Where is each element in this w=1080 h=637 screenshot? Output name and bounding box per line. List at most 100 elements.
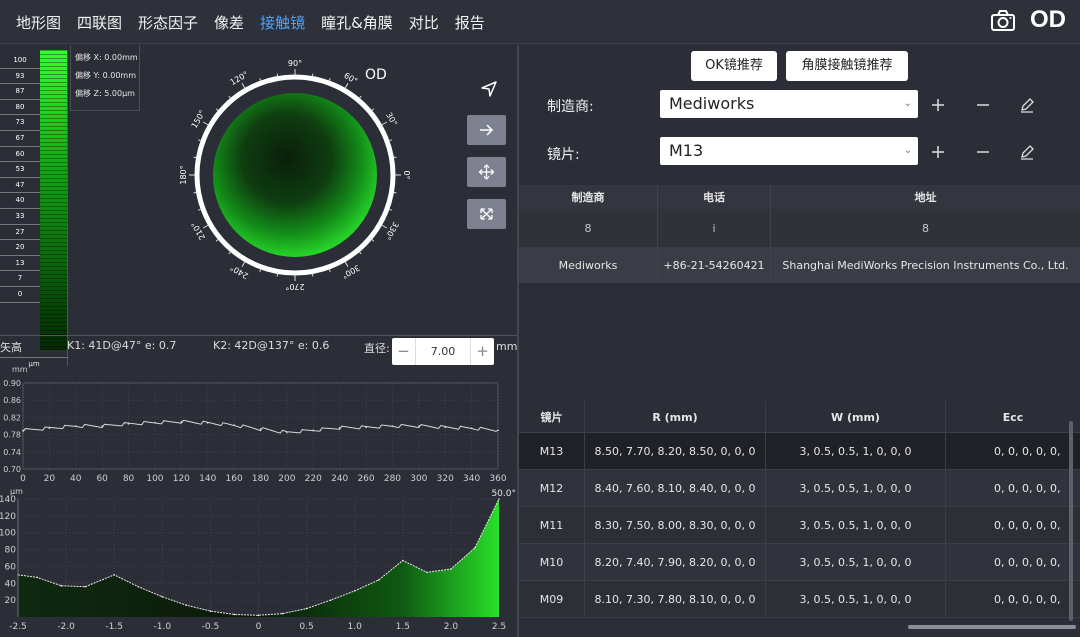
remove-lens-icon[interactable]: [975, 144, 991, 160]
lens-cell: 0, 0, 0, 0, 0,: [994, 445, 1061, 458]
angle-tick: [371, 108, 375, 112]
table-row[interactable]: Mediworks +86-21-54260421 Shanghai MediW…: [519, 247, 1080, 283]
lens-cell: 8.50, 7.70, 8.20, 8.50, 0, 0, 0: [585, 433, 766, 470]
lens-row[interactable]: M12 8.40, 7.60, 8.10, 8.40, 0, 0, 0 3, 0.5…: [519, 470, 1080, 507]
data-point: [444, 426, 447, 429]
scale-value: 53: [0, 162, 40, 178]
x-tick-label: 60: [96, 474, 108, 484]
lens-cell: M09: [519, 581, 585, 618]
col-header: 镜片: [519, 401, 585, 433]
angle-tick: [358, 95, 362, 99]
y-axis-label: μm: [10, 487, 23, 496]
data-point: [84, 585, 87, 588]
remove-manufacturer-icon[interactable]: [975, 97, 991, 113]
edit-lens-icon[interactable]: [1019, 144, 1035, 160]
topography-panel: 100 93 87 80 73 67 60 53 47 40 33 27 20 13 7 0 μm 偏移 X:…: [0, 45, 517, 637]
arrow-right-button[interactable]: [467, 115, 506, 145]
x-tick-label: 0: [20, 474, 26, 484]
angle-label: 60°: [342, 71, 359, 86]
angle-tick: [259, 268, 262, 272]
tab-quad-map[interactable]: 四联图: [77, 12, 122, 33]
data-point: [36, 576, 39, 579]
y-tick-label: 0.82: [3, 413, 21, 422]
col-header: R (mm): [585, 401, 766, 433]
x-tick-label: 1.0: [348, 622, 363, 632]
tab-topography[interactable]: 地形图: [16, 12, 61, 33]
data-point: [113, 574, 115, 576]
edit-manufacturer-icon[interactable]: [1019, 97, 1035, 113]
manufacturer-select[interactable]: Mediworks ⌄: [660, 90, 918, 118]
x-tick-label: 100: [146, 474, 163, 484]
angle-label: 30°: [384, 111, 399, 128]
ok-lens-recommend-button[interactable]: OK镜推荐: [691, 51, 777, 81]
lens-cell: 3, 0.5, 0.5, 1, 0, 0, 0: [766, 544, 946, 581]
x-tick-label: -1.5: [105, 622, 123, 632]
scale-value: 33: [0, 209, 40, 225]
navigate-icon[interactable]: [480, 80, 498, 98]
angle-tick: [198, 208, 202, 211]
y-tick-label: 0.90: [3, 379, 21, 388]
vertical-scrollbar[interactable]: [1069, 421, 1073, 621]
angle-tick: [276, 273, 279, 277]
data-point: [233, 613, 236, 616]
data-point: [470, 427, 473, 429]
profile-area-chart: 20 40 60 80 100 120 140 -2.5 -2.0 -1.5 -1.0 -0.5 0 0.…: [0, 487, 516, 632]
x-tick-label: 40: [70, 474, 82, 484]
diameter-increment-button[interactable]: +: [470, 338, 494, 365]
lens-row[interactable]: M10 8.20, 7.40, 7.90, 8.20, 0, 0, 0 3, 0.5…: [519, 544, 1080, 581]
tab-report[interactable]: 报告: [455, 12, 485, 33]
manufacturer-table-header: 制造商 电话 地址: [519, 185, 1080, 209]
y-tick-label: 60: [5, 562, 17, 572]
angle-label: 0°: [402, 170, 410, 179]
angle-tick: [241, 261, 246, 268]
scale-value: 80: [0, 100, 40, 116]
tab-contact-lens[interactable]: 接触镜: [260, 12, 305, 33]
lens-cell: 0, 0, 0, 0, 0,: [994, 519, 1061, 532]
lens-fit-map[interactable]: 90° 60° 30° 0° 330° 300° 270° 240° 210° 180° 150° 1…: [180, 60, 410, 290]
col-header: W (mm): [766, 401, 946, 433]
corneal-lens-recommend-button[interactable]: 角膜接触镜推荐: [786, 51, 908, 81]
angle-tick: [388, 208, 392, 211]
camera-icon[interactable]: [990, 9, 1016, 33]
horizontal-scrollbar[interactable]: [908, 625, 1076, 629]
diameter-input[interactable]: 7.00: [416, 338, 470, 365]
angle-tick: [388, 139, 392, 142]
lens-cell: 3, 0.5, 0.5, 1, 0, 0, 0: [766, 433, 946, 470]
angle-tick: [228, 95, 232, 99]
add-manufacturer-icon[interactable]: [930, 97, 946, 113]
x-tick-label: 200: [278, 474, 295, 484]
diameter-decrement-button[interactable]: −: [392, 338, 416, 365]
lens-cell: M10: [519, 544, 585, 581]
data-point: [74, 425, 77, 427]
diameter-stepper[interactable]: − 7.00 +: [392, 338, 494, 365]
angle-label: 270°: [285, 282, 304, 290]
tab-compare[interactable]: 对比: [409, 12, 439, 33]
lens-row[interactable]: M11 8.30, 7.50, 8.00, 8.30, 0, 0, 0 3, 0.5…: [519, 507, 1080, 544]
tab-shape-factor[interactable]: 形态因子: [138, 12, 198, 33]
data-point: [418, 425, 420, 427]
move-button[interactable]: [467, 157, 506, 187]
angle-label: 300°: [340, 263, 361, 280]
lens-select[interactable]: M13 ⌄: [660, 137, 918, 165]
angle-tick: [198, 139, 202, 142]
tab-pupil-cornea[interactable]: 瞳孔&角膜: [321, 12, 393, 33]
data-point: [426, 571, 428, 574]
x-tick-label: -1.0: [154, 622, 172, 632]
offset-x: 偏移 X: 0.00mm: [75, 53, 138, 62]
k2-readout: K2: 42D@137° e: 0.6: [213, 339, 330, 352]
lens-row[interactable]: M13 8.50, 7.70, 8.20, 8.50, 0, 0, 0 3, 0.5…: [519, 433, 1080, 470]
tab-aberration[interactable]: 像差: [214, 12, 244, 33]
lens-cell: 8.10, 7.30, 7.80, 8.10, 0, 0, 0: [585, 581, 766, 618]
lens-table-header: 镜片 R (mm) W (mm) Ecc: [519, 401, 1080, 433]
lens-row[interactable]: M09 8.10, 7.30, 7.80, 8.10, 0, 0, 0 3, 0.5…: [519, 581, 1080, 618]
lens-panel: OK镜推荐 角膜接触镜推荐 制造商: Mediworks ⌄ 镜片: M13 ⌄…: [519, 45, 1080, 637]
x-tick-label: 320: [437, 474, 454, 484]
add-lens-icon[interactable]: [930, 144, 946, 160]
angle-label: 210°: [190, 220, 207, 241]
expand-button[interactable]: [467, 199, 506, 229]
table-row[interactable]: 8 i 8: [519, 209, 1080, 247]
data-point: [391, 425, 394, 427]
angle-tick: [381, 121, 388, 126]
y-tick-label: 20: [5, 596, 17, 606]
scale-value: 40: [0, 193, 40, 209]
